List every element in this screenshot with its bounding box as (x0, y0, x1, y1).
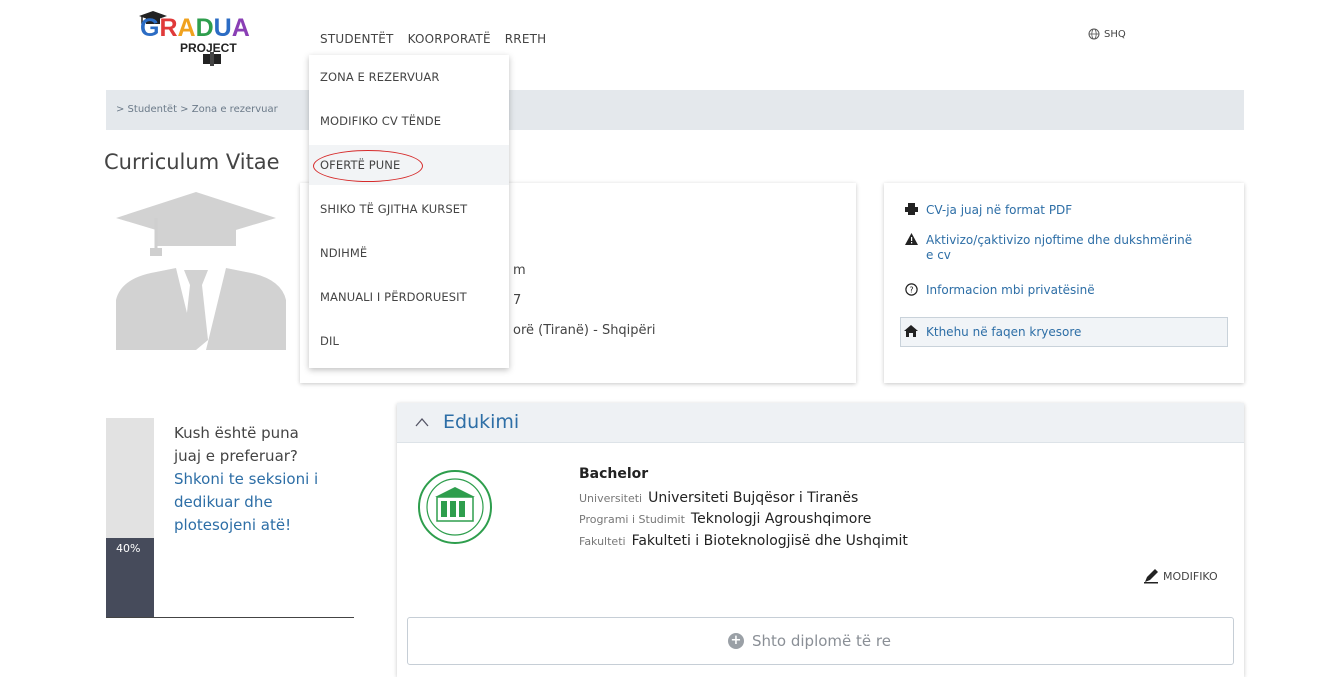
breadcrumb[interactable]: > Studentët > Zona e rezervuar (116, 104, 278, 115)
program-value: Teknologji Agroushqimore (690, 511, 872, 527)
add-diploma-label: Shto diplomë të re (752, 632, 891, 650)
progress-link-3[interactable]: plotesojeni atë! (174, 516, 291, 534)
progress-percent: 40% (116, 542, 141, 555)
diploma-icon (203, 52, 221, 66)
notifications-link-label-1: Aktivizo/çaktivizo njoftime dhe dukshmër… (926, 233, 1193, 247)
chevron-up-icon[interactable] (415, 415, 429, 431)
contact-location: orë (Tiranë) - Shqipëri (513, 323, 656, 338)
program-label: Programi i Studimit (579, 513, 685, 526)
menu-item-ndihme[interactable]: NDIHMË (309, 233, 509, 273)
home-link[interactable]: Kthehu në faqen kryesore (904, 325, 1081, 340)
nav-studentet[interactable]: STUDENTËT (320, 32, 394, 46)
edit-education-button[interactable]: MODIFIKO (1143, 568, 1218, 584)
menu-item-modifiko-cv[interactable]: MODIFIKO CV TËNDE (309, 101, 509, 141)
plus-circle-icon: + (728, 633, 744, 649)
progress-link-2[interactable]: dedikuar dhe (174, 493, 273, 511)
notifications-link-label-2: e cv (926, 248, 951, 262)
edit-education-label: MODIFIKO (1163, 569, 1218, 583)
education-title: Edukimi (443, 411, 520, 433)
progress-question-1: Kush është puna (174, 424, 299, 442)
menu-item-manuali[interactable]: MANUALI I PËRDORUESIT (309, 277, 509, 317)
printer-icon (904, 203, 918, 218)
page-title: Curriculum Vitae (104, 150, 280, 174)
breadcrumb-bar: > Studentët > Zona e rezervuar (106, 90, 1244, 130)
faculty-row: Fakulteti Fakulteti i Bioteknologjisë dhe… (579, 533, 908, 549)
progress-question-2: juaj e preferuar? (174, 447, 298, 465)
degree-title: Bachelor (579, 466, 649, 482)
language-label: SHQ (1104, 28, 1126, 40)
question-icon: ? (904, 283, 918, 299)
pdf-link-label: CV-ja juaj në format PDF (926, 203, 1073, 217)
nav-koorporate[interactable]: KOORPORATË (408, 32, 491, 46)
profile-progress-bar: 40% (106, 418, 154, 618)
home-icon (904, 325, 918, 340)
avatar (116, 192, 286, 350)
menu-item-dil[interactable]: DIL (309, 321, 509, 361)
home-link-label: Kthehu në faqen kryesore (926, 325, 1082, 339)
actions-card: CV-ja juaj në format PDF Aktivizo/çaktiv… (884, 183, 1244, 383)
highlight-ring (313, 150, 423, 182)
progress-divider (106, 617, 354, 618)
add-diploma-button[interactable]: + Shto diplomë të re (407, 617, 1234, 665)
site-logo[interactable]: GRADUA PROJECT (138, 10, 258, 66)
education-header[interactable]: Edukimi (397, 403, 1244, 443)
globe-icon (1088, 28, 1100, 40)
nav-rreth[interactable]: RRETH (505, 32, 547, 46)
progress-prompt: Kush është puna juaj e preferuar? Shkoni… (174, 422, 354, 537)
university-value: Universiteti Bujqësor i Tiranës (648, 490, 859, 506)
pencil-icon (1144, 569, 1158, 584)
menu-item-zona-e-rezervuar[interactable]: ZONA E REZERVUAR (309, 57, 509, 97)
warning-icon (904, 233, 918, 248)
progress-link-1[interactable]: Shkoni te seksioni i (174, 470, 318, 488)
university-row: Universiteti Universiteti Bujqësor i Tira… (579, 490, 858, 506)
notifications-link[interactable]: Aktivizo/çaktivizo njoftime dhe dukshmër… (904, 233, 1226, 263)
studentet-dropdown-menu: ZONA E REZERVUAR MODIFIKO CV TËNDE OFERT… (309, 55, 509, 368)
top-navigation: STUDENTËT KOORPORATË RRETH (320, 32, 560, 46)
education-section: Edukimi Bachelor Universiteti Universitet… (397, 403, 1244, 677)
privacy-link[interactable]: ? Informacion mbi privatësinë (904, 283, 1095, 299)
faculty-value: Fakulteti i Bioteknologjisë dhe Ushqimit (631, 533, 908, 549)
university-label: Universiteti (579, 492, 643, 505)
pdf-link[interactable]: CV-ja juaj në format PDF (904, 203, 1072, 218)
faculty-label: Fakulteti (579, 535, 626, 548)
menu-item-kurset[interactable]: SHIKO TË GJITHA KURSET (309, 189, 509, 229)
svg-text:?: ? (909, 286, 913, 295)
menu-item-oferte-pune[interactable]: OFERTË PUNE (309, 145, 509, 185)
university-seal-logo (418, 470, 492, 544)
language-selector[interactable]: SHQ (1088, 28, 1126, 40)
contact-email: m (513, 263, 526, 278)
program-row: Programi i Studimit Teknologji Agroushqim… (579, 511, 871, 527)
logo-brand-text: GRADUA (140, 14, 250, 42)
contact-phone: 7 (513, 293, 522, 308)
privacy-link-label: Informacion mbi privatësinë (926, 283, 1095, 297)
